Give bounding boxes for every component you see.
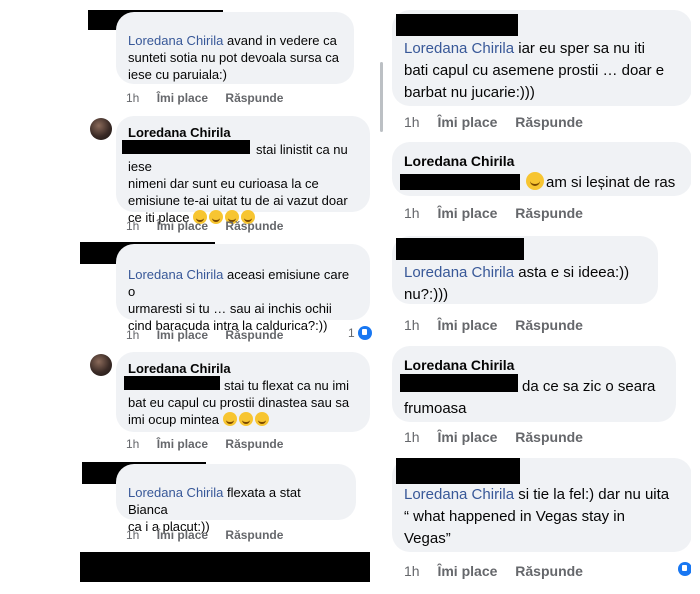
mention-link[interactable]: Loredana Chirila bbox=[128, 485, 223, 500]
comment-text: emisiune te-ai uitat tu de ai vazut doar bbox=[128, 193, 348, 208]
comment-actions: 1h Îmi place Răspunde bbox=[126, 437, 297, 451]
like-reaction-icon bbox=[357, 326, 372, 340]
scrollbar[interactable] bbox=[380, 62, 383, 132]
reply-button[interactable]: Răspunde bbox=[225, 91, 283, 105]
right-edge-margin bbox=[691, 0, 700, 594]
like-button[interactable]: Îmi place bbox=[157, 437, 208, 451]
like-button[interactable]: Îmi place bbox=[437, 205, 497, 221]
timestamp: 1h bbox=[404, 563, 420, 579]
laughing-emoji-icon bbox=[222, 412, 237, 426]
timestamp: 1h bbox=[404, 317, 420, 333]
comment-author[interactable]: Loredana Chirila bbox=[128, 360, 358, 377]
like-reaction-icon[interactable] bbox=[678, 562, 692, 576]
comment-text: bat eu capul cu prostii dinastea sau sa bbox=[128, 395, 350, 410]
comment-actions: 1h Îmi place Răspunde bbox=[126, 328, 297, 342]
avatar[interactable] bbox=[90, 118, 112, 140]
comment-bubble-left-2: Loredana Chirila stai linistit ca nu ies… bbox=[116, 116, 370, 225]
comment-text: frumoasa bbox=[404, 400, 467, 417]
comment-text: stai tu flexat ca nu imi bbox=[224, 378, 349, 393]
timestamp: 1h bbox=[126, 528, 140, 542]
comment-actions: 1h Îmi place Răspunde bbox=[404, 314, 597, 336]
timestamp: 1h bbox=[126, 328, 140, 342]
comment-actions: 1h Îmi place Răspunde bbox=[126, 91, 297, 105]
comment-text: sunteti sotia nu pot devoala sursa ca bbox=[128, 50, 340, 65]
timestamp: 1h bbox=[404, 114, 420, 130]
mention-link[interactable]: Loredana Chirila bbox=[404, 264, 514, 281]
like-button[interactable]: Îmi place bbox=[437, 114, 497, 130]
like-button[interactable]: Îmi place bbox=[437, 429, 497, 445]
comment-text: “ what happened in Vegas stay in bbox=[404, 508, 625, 525]
timestamp: 1h bbox=[126, 219, 140, 233]
redacted-name bbox=[396, 14, 518, 36]
redacted-name bbox=[122, 140, 250, 154]
reply-button[interactable]: Răspunde bbox=[225, 219, 283, 233]
reaction-count[interactable]: 1 bbox=[348, 326, 372, 340]
comment-actions: 1h Îmi place Răspunde bbox=[126, 528, 297, 542]
like-button[interactable]: Îmi place bbox=[157, 91, 208, 105]
like-button[interactable]: Îmi place bbox=[157, 219, 208, 233]
comment-text: bati capul cu asemene prostii … doar e bbox=[404, 62, 665, 79]
reply-button[interactable]: Răspunde bbox=[515, 563, 583, 579]
redacted-name bbox=[400, 374, 518, 392]
comment-bubble-left-1: Loredana Chirila avand in vedere ca sunt… bbox=[116, 12, 354, 84]
comment-text: iar eu sper sa nu iti bbox=[514, 40, 645, 57]
comment-text: imi ocup mintea bbox=[128, 412, 220, 427]
mention-link[interactable]: Loredana Chirila bbox=[128, 267, 223, 282]
reply-button[interactable]: Răspunde bbox=[515, 205, 583, 221]
comment-text: Vegas” bbox=[404, 530, 451, 547]
reply-button[interactable]: Răspunde bbox=[225, 437, 283, 451]
reply-button[interactable]: Răspunde bbox=[225, 328, 283, 342]
like-button[interactable]: Îmi place bbox=[437, 563, 497, 579]
reply-button[interactable]: Răspunde bbox=[225, 528, 283, 542]
comment-text: avand in vedere ca bbox=[223, 33, 337, 48]
comment-author[interactable]: Loredana Chirila bbox=[404, 150, 680, 172]
redacted-bottom-block bbox=[80, 552, 370, 582]
laughing-emoji-icon bbox=[526, 172, 544, 190]
comment-actions: 1h Îmi place Răspunde bbox=[404, 560, 597, 582]
comment-actions: 1h Îmi place Răspunde bbox=[404, 426, 597, 448]
mention-link[interactable]: Loredana Chirila bbox=[404, 486, 514, 503]
mention-link[interactable]: Loredana Chirila bbox=[404, 40, 514, 57]
comment-text: si tie la fel:) dar nu uita bbox=[514, 486, 670, 503]
comment-author[interactable]: Loredana Chirila bbox=[404, 354, 664, 376]
like-button[interactable]: Îmi place bbox=[157, 328, 208, 342]
comment-bubble-left-3: Loredana Chirila aceasi emisiune care o … bbox=[116, 244, 370, 333]
comment-text: da ce sa zic o seara bbox=[522, 378, 656, 395]
timestamp: 1h bbox=[126, 437, 140, 451]
reaction-number: 1 bbox=[348, 326, 355, 340]
comment-text: asta e si ideea:)) bbox=[514, 264, 630, 281]
reply-button[interactable]: Răspunde bbox=[515, 317, 583, 333]
comment-text: barbat nu jucarie:))) bbox=[404, 84, 535, 101]
laughing-emoji-icon bbox=[238, 412, 253, 426]
comment-author[interactable]: Loredana Chirila bbox=[128, 124, 358, 141]
comment-bubble-left-5: Loredana Chirila flexata a stat Bianca c… bbox=[116, 464, 356, 534]
redacted-name bbox=[396, 238, 524, 260]
comment-text: am si leșinat de ras bbox=[546, 174, 676, 191]
laughing-emoji-icon bbox=[254, 412, 269, 426]
comment-actions: 1h Îmi place Răspunde bbox=[404, 202, 597, 224]
comment-actions: 1h Îmi place Răspunde bbox=[404, 111, 597, 133]
mention-link[interactable]: Loredana Chirila bbox=[128, 33, 223, 48]
redacted-name bbox=[396, 458, 520, 484]
like-button[interactable]: Îmi place bbox=[437, 317, 497, 333]
comment-text: nu?:))) bbox=[404, 286, 449, 303]
comment-text: iese cu paruiala:) bbox=[128, 67, 227, 82]
avatar[interactable] bbox=[90, 354, 112, 376]
comment-bubble-left-4: Loredana Chirila stai tu flexat ca nu im… bbox=[116, 352, 370, 432]
redacted-name bbox=[124, 376, 220, 390]
like-button[interactable]: Îmi place bbox=[157, 528, 208, 542]
timestamp: 1h bbox=[126, 91, 140, 105]
redacted-name bbox=[400, 174, 520, 190]
comment-text: urmaresti si tu … sau ai inchis ochii bbox=[128, 301, 332, 316]
comment-text: nimeni dar sunt eu curioasa la ce bbox=[128, 176, 319, 191]
reply-button[interactable]: Răspunde bbox=[515, 429, 583, 445]
timestamp: 1h bbox=[404, 429, 420, 445]
comment-actions: 1h Îmi place Răspunde bbox=[126, 219, 297, 233]
timestamp: 1h bbox=[404, 205, 420, 221]
reply-button[interactable]: Răspunde bbox=[515, 114, 583, 130]
